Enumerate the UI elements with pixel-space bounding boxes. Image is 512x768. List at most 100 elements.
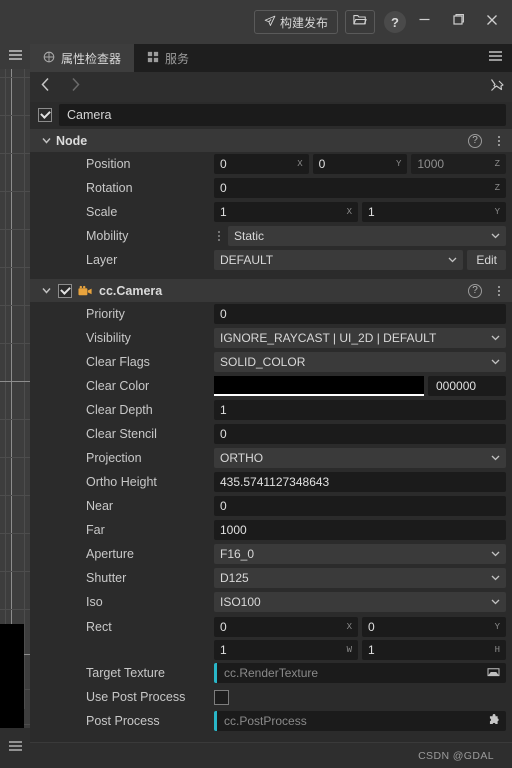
- visibility-dropdown[interactable]: IGNORE_RAYCAST | UI_2D | DEFAULT: [214, 328, 506, 348]
- position-x-input[interactable]: 0 X: [214, 154, 309, 174]
- tab-inspector-label: 属性检查器: [61, 51, 122, 66]
- post-process-placeholder: cc.PostProcess: [224, 714, 307, 728]
- section-title-camera: cc.Camera: [99, 283, 163, 298]
- property-row-projection: Projection ORTHO: [30, 446, 512, 470]
- maximize-button[interactable]: [442, 7, 474, 37]
- tab-inspector[interactable]: 属性检查器: [30, 44, 135, 72]
- kebab-menu-icon[interactable]: [491, 135, 507, 146]
- priority-input[interactable]: 0: [214, 304, 506, 324]
- property-label-use-post-process: Use Post Process: [86, 690, 186, 704]
- ortho-height-input[interactable]: 435.5741127348643: [214, 472, 506, 492]
- property-fields-ortho-height: 435.5741127348643: [214, 472, 512, 492]
- axis-label-z: Z: [494, 159, 501, 169]
- scene-strip-toolbar: [0, 44, 30, 69]
- help-icon: ?: [391, 14, 399, 30]
- chevron-down-icon: [491, 333, 500, 344]
- property-fields-target-texture: cc.RenderTexture: [214, 663, 512, 683]
- rect-w-value: 1: [220, 643, 227, 657]
- property-fields-position: 0 X 0 Y 1000 Z: [214, 154, 512, 174]
- section-header-camera[interactable]: cc.Camera ?: [30, 278, 512, 302]
- chevron-down-icon[interactable]: [38, 287, 54, 294]
- kebab-menu-icon[interactable]: [491, 285, 507, 296]
- mobility-value: Static: [234, 229, 265, 243]
- clear-color-swatch[interactable]: [214, 376, 424, 396]
- property-row-clear-depth: Clear Depth 1: [30, 398, 512, 422]
- section-header-node[interactable]: Node ?: [30, 128, 512, 152]
- build-publish-button[interactable]: 构建发布: [253, 10, 338, 34]
- help-circle-icon[interactable]: ?: [468, 283, 482, 298]
- node-name-field[interactable]: Camera: [59, 104, 506, 126]
- property-fields-priority: 0: [214, 304, 512, 324]
- clear-stencil-input[interactable]: 0: [214, 424, 506, 444]
- help-circle-icon[interactable]: ?: [468, 133, 482, 148]
- position-z-input[interactable]: 1000 Z: [411, 154, 507, 174]
- node-enabled-checkbox[interactable]: [38, 108, 52, 122]
- post-process-field[interactable]: cc.PostProcess: [214, 711, 506, 731]
- rect-w-input[interactable]: 1 W: [214, 640, 358, 660]
- property-row-visibility: Visibility IGNORE_RAYCAST | UI_2D | DEFA…: [30, 326, 512, 350]
- property-label-clear-stencil: Clear Stencil: [86, 427, 157, 441]
- axis-label-x: X: [346, 622, 352, 632]
- layer-dropdown[interactable]: DEFAULT: [214, 250, 464, 270]
- inspector-body: Camera Node ? Position 0 X 0 Y 1000 Z Ro…: [30, 102, 512, 742]
- scale-y-input[interactable]: 1 Y: [362, 202, 506, 222]
- visibility-value: IGNORE_RAYCAST | UI_2D | DEFAULT: [220, 331, 437, 345]
- chevron-down-icon: [491, 453, 500, 464]
- position-y-input[interactable]: 0 Y: [312, 154, 408, 174]
- aperture-dropdown[interactable]: F16_0: [214, 544, 506, 564]
- scene-grid: [0, 69, 30, 768]
- layer-edit-button[interactable]: Edit: [467, 250, 506, 270]
- clear-color-hex-input[interactable]: 000000: [428, 376, 506, 396]
- drag-handle-icon[interactable]: [214, 231, 223, 241]
- pin-panel-button[interactable]: [482, 72, 512, 102]
- pin-icon: [490, 78, 504, 97]
- axis-label-x: X: [297, 159, 303, 169]
- property-fields-clear-depth: 1: [214, 400, 512, 420]
- scale-x-input[interactable]: 1 X: [214, 202, 358, 222]
- clear-flags-dropdown[interactable]: SOLID_COLOR: [214, 352, 506, 372]
- clear-depth-input[interactable]: 1: [214, 400, 506, 420]
- tab-services[interactable]: 服务: [134, 44, 203, 72]
- ortho-height-value: 435.5741127348643: [220, 475, 330, 489]
- scene-strip-footer-menu[interactable]: [0, 728, 30, 768]
- iso-dropdown[interactable]: ISO100: [214, 592, 506, 612]
- property-fields-shutter: D125: [214, 568, 512, 588]
- rect-h-input[interactable]: 1 H: [362, 640, 506, 660]
- rotation-z-input[interactable]: 0 Z: [214, 178, 506, 198]
- rect-x-input[interactable]: 0 X: [214, 617, 358, 637]
- folder-open-icon: [353, 13, 367, 31]
- property-row-mobility: Mobility Static: [30, 224, 512, 248]
- target-texture-field[interactable]: cc.RenderTexture: [214, 663, 506, 683]
- camera-enabled-checkbox-wrap: [58, 283, 72, 298]
- nav-back-button[interactable]: [30, 72, 60, 102]
- property-label-rect: Rect: [86, 620, 112, 634]
- panel-menu-button[interactable]: [479, 44, 512, 72]
- chevron-down-icon[interactable]: [38, 137, 54, 144]
- far-input[interactable]: 1000: [214, 520, 506, 540]
- property-fields-projection: ORTHO: [214, 448, 512, 468]
- axis-label-y: Y: [494, 622, 500, 632]
- rect-y-input[interactable]: 0 Y: [362, 617, 506, 637]
- scene-view-strip: -1500: [0, 44, 30, 768]
- open-folder-button[interactable]: [345, 10, 375, 34]
- near-input[interactable]: 0: [214, 496, 506, 516]
- node-picker-icon[interactable]: [488, 713, 500, 729]
- property-fields-visibility: IGNORE_RAYCAST | UI_2D | DEFAULT: [214, 328, 512, 348]
- help-button[interactable]: ?: [384, 11, 406, 33]
- property-row-rect: Rect 0 X 0 Y 1 W 1 H: [30, 614, 512, 661]
- nav-forward-button[interactable]: [60, 72, 90, 102]
- send-icon: [264, 15, 276, 30]
- hamburger-menu-icon[interactable]: [8, 48, 23, 66]
- mobility-dropdown[interactable]: Static: [228, 226, 506, 246]
- priority-value: 0: [220, 307, 227, 321]
- use-post-process-checkbox[interactable]: [214, 689, 229, 705]
- close-button[interactable]: [476, 7, 508, 37]
- asset-picker-icon[interactable]: [487, 666, 500, 680]
- projection-dropdown[interactable]: ORTHO: [214, 448, 506, 468]
- property-label-ortho-height: Ortho Height: [86, 475, 157, 489]
- camera-enabled-checkbox[interactable]: [58, 283, 72, 298]
- close-icon: [485, 13, 499, 32]
- hamburger-menu-icon: [8, 739, 23, 757]
- shutter-dropdown[interactable]: D125: [214, 568, 506, 588]
- minimize-button[interactable]: [408, 7, 440, 37]
